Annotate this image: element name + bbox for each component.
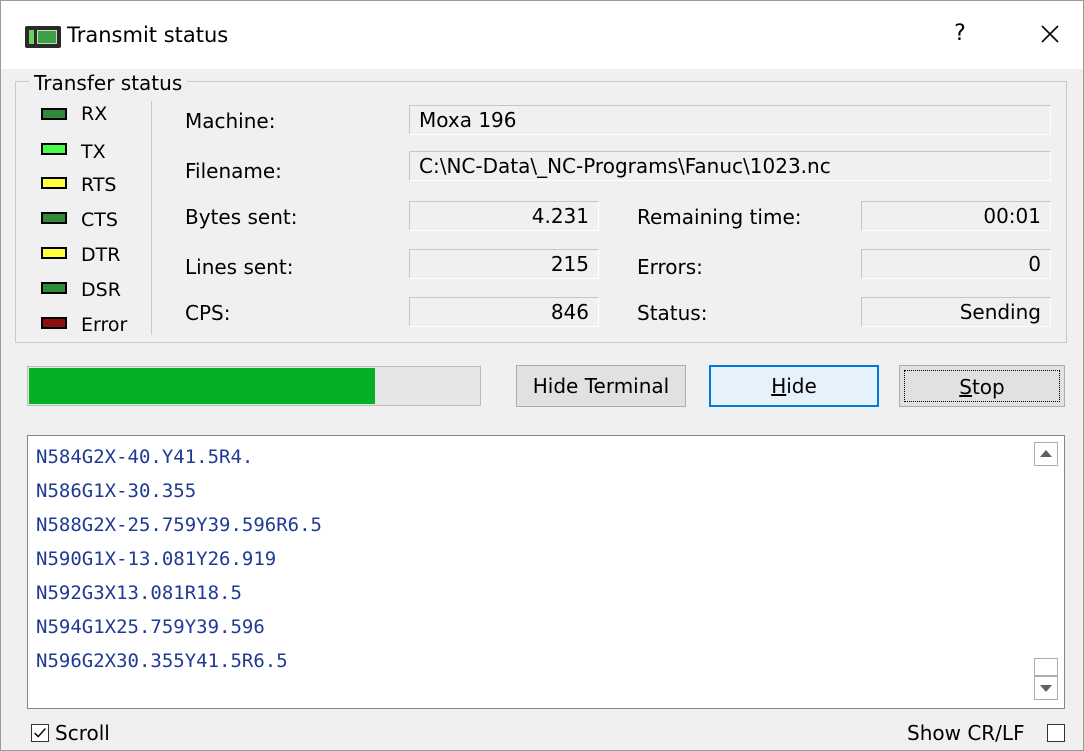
show-crlf-checkbox[interactable] (1047, 724, 1065, 742)
terminal-line: N594G1X25.759Y39.596 (36, 616, 265, 638)
rx-led (41, 108, 67, 120)
terminal-app-icon (25, 26, 61, 48)
stop-label-rest: top (971, 375, 1005, 399)
lines-sent-field: 215 (409, 249, 599, 279)
focus-rect: Stop (904, 370, 1060, 402)
error-led (41, 317, 67, 329)
scroll-checkbox[interactable] (31, 724, 49, 742)
status-field: Sending (861, 297, 1051, 327)
machine-label: Machine: (185, 109, 276, 133)
rts-led (41, 177, 67, 189)
error-label: Error (81, 314, 128, 336)
tx-label: TX (81, 141, 106, 163)
stop-button[interactable]: Stop (899, 365, 1065, 407)
filename-label: Filename: (185, 159, 282, 183)
rx-label: RX (81, 103, 108, 125)
hide-button[interactable]: Hide (709, 365, 879, 407)
stop-mnemonic: S (959, 375, 972, 399)
terminal-line: N590G1X-13.081Y26.919 (36, 548, 277, 570)
arrow-up-icon (1040, 450, 1052, 457)
help-button[interactable]: ? (945, 19, 975, 49)
window-title: Transmit status (67, 23, 229, 47)
progress-fill (29, 368, 376, 404)
terminal-line: N596G2X30.355Y41.5R6.5 (36, 650, 288, 672)
terminal-lines: N584G2X-40.Y41.5R4. N586G1X-30.355 N588G… (36, 440, 322, 678)
terminal-line: N592G3X13.081R18.5 (36, 582, 242, 604)
dtr-led (41, 247, 67, 259)
transfer-progress-bar (27, 366, 481, 406)
errors-label: Errors: (637, 255, 703, 279)
hide-terminal-button[interactable]: Hide Terminal (516, 365, 686, 407)
scroll-label: Scroll (55, 721, 110, 745)
bytes-sent-label: Bytes sent: (185, 205, 298, 229)
dsr-led (41, 282, 67, 294)
filename-field: C:\NC-Data\_NC-Programs\Fanuc\1023.nc (409, 151, 1051, 181)
arrow-down-icon (1040, 685, 1052, 692)
remaining-time-field: 00:01 (861, 201, 1051, 231)
terminal-line: N584G2X-40.Y41.5R4. (36, 446, 254, 468)
terminal-line: N586G1X-30.355 (36, 480, 197, 502)
terminal-line: N588G2X-25.759Y39.596R6.5 (36, 514, 322, 536)
show-crlf-label: Show CR/LF (907, 721, 1025, 745)
lines-sent-label: Lines sent: (185, 255, 294, 279)
cts-label: CTS (81, 209, 118, 231)
transmit-status-dialog: Transmit status ? Transfer status RX TX … (0, 0, 1084, 751)
machine-field: Moxa 196 (409, 105, 1051, 135)
cps-field: 846 (409, 297, 599, 327)
group-label: Transfer status (29, 71, 188, 95)
hide-label-rest: ide (786, 374, 817, 398)
dsr-label: DSR (81, 279, 121, 301)
title-bar: Transmit status ? (1, 1, 1083, 69)
scroll-down-button[interactable] (1034, 676, 1058, 700)
terminal-scrollbar[interactable] (1030, 436, 1064, 708)
scroll-thumb[interactable] (1034, 658, 1058, 676)
rts-label: RTS (81, 174, 117, 196)
close-icon (1041, 25, 1059, 43)
cts-led (41, 212, 67, 224)
dtr-label: DTR (81, 244, 121, 266)
status-label: Status: (637, 301, 708, 325)
remaining-time-label: Remaining time: (637, 205, 802, 229)
cps-label: CPS: (185, 301, 231, 325)
led-divider (151, 101, 152, 335)
terminal-output[interactable]: N584G2X-40.Y41.5R4. N586G1X-30.355 N588G… (27, 435, 1065, 709)
close-button[interactable] (1035, 19, 1065, 49)
scroll-up-button[interactable] (1034, 442, 1058, 466)
hide-mnemonic: H (771, 374, 787, 398)
checkmark-icon (34, 728, 46, 738)
bytes-sent-field: 4.231 (409, 201, 599, 231)
tx-led (41, 143, 67, 155)
errors-field: 0 (861, 249, 1051, 279)
